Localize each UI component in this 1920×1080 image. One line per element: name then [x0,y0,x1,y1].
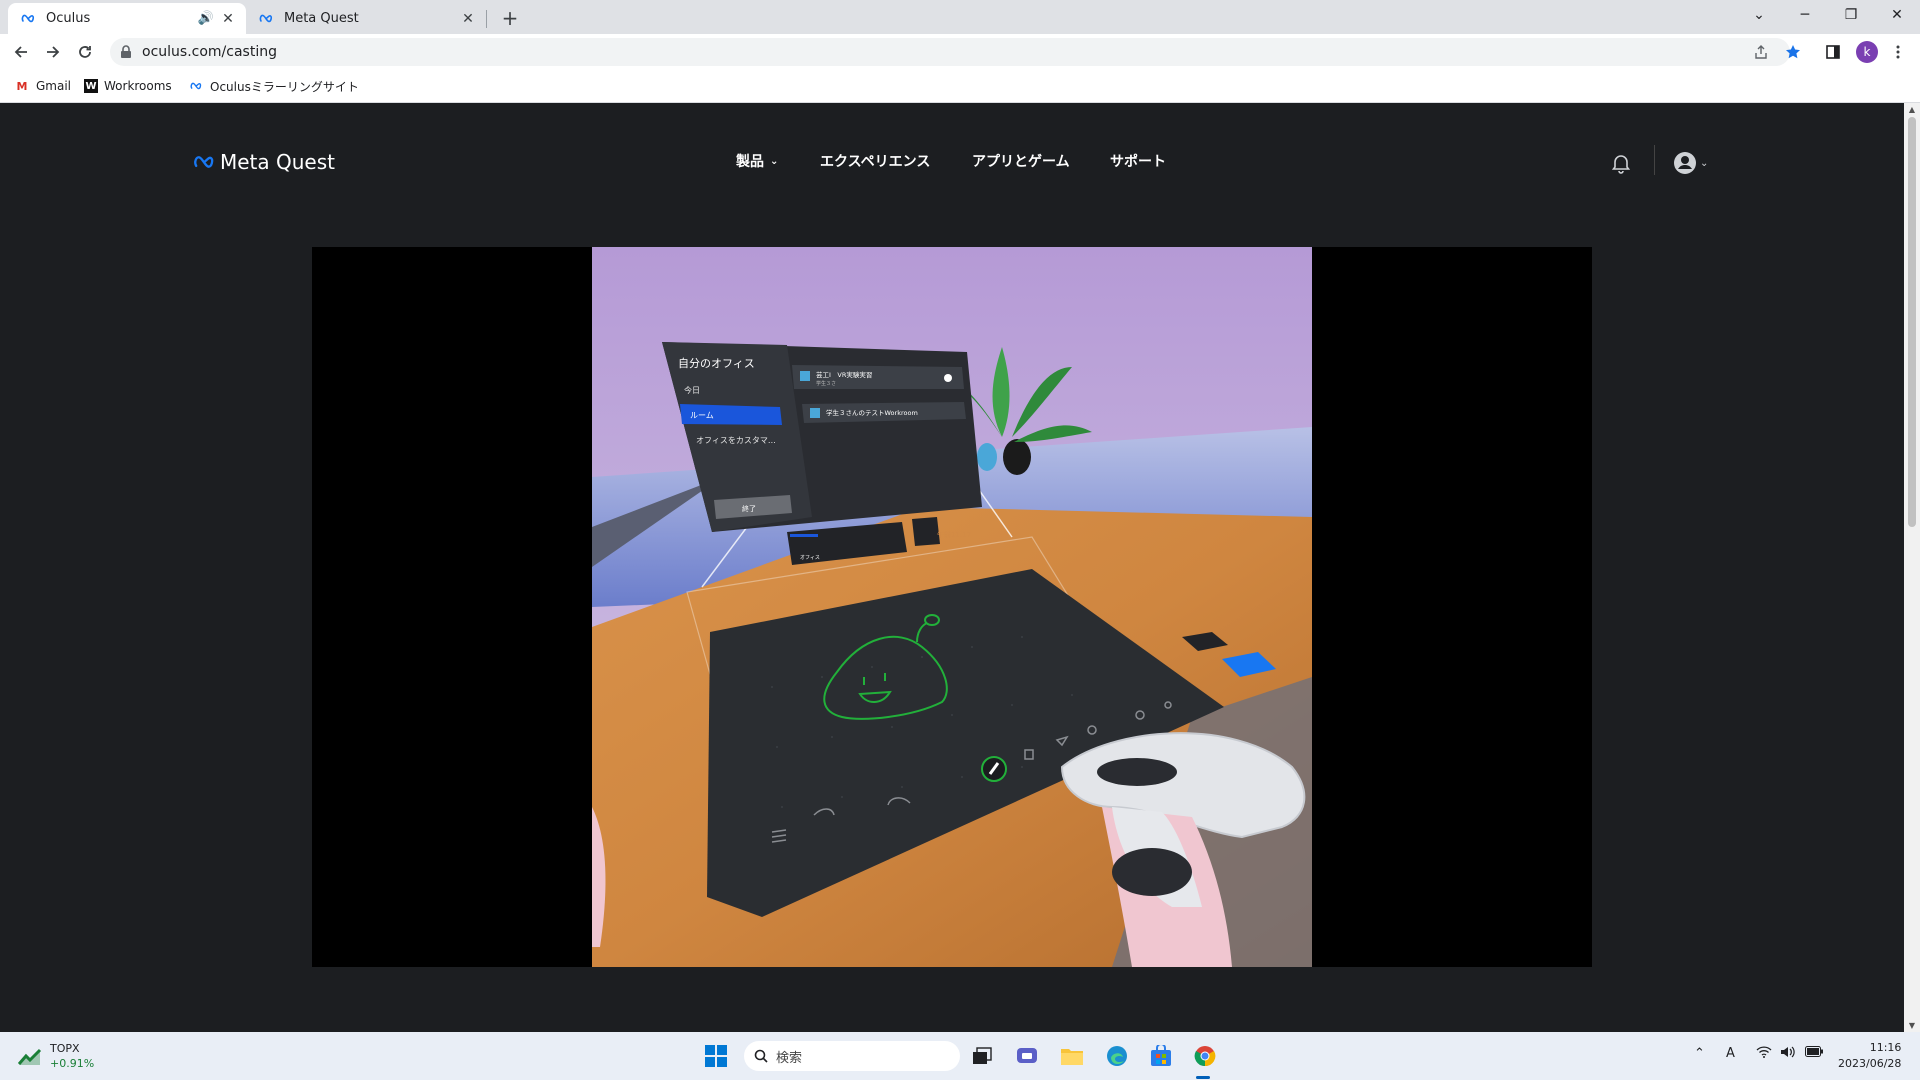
restore-button[interactable]: ❐ [1828,0,1874,30]
vr-cast-video[interactable]: 自分のオフィス 今日 ルーム オフィスをカスタマ… 芸工Ⅰ VR実験実習 学生３… [592,247,1312,967]
new-tab-button[interactable]: + [498,6,522,30]
reload-button[interactable] [73,40,97,64]
audio-playing-icon[interactable]: 🔊 [198,11,214,26]
clock-time: 11:16 [1869,1041,1902,1054]
chevron-down-icon: ⌄ [770,155,779,167]
workrooms-icon: W [84,79,98,93]
vr-time: 午前11:17 [937,530,971,539]
stock-widget[interactable]: TOPX +0.91% [18,1041,94,1071]
scroll-down-icon[interactable]: ▼ [1908,1021,1916,1030]
file-explorer-icon[interactable] [1058,1042,1086,1070]
chevron-down-icon: ⌄ [1700,157,1709,169]
bookmark-label: Workrooms [104,79,172,93]
show-hidden-icons-chevron-icon[interactable]: ⌃ [1694,1046,1705,1061]
brand-name: Meta Quest [220,150,335,174]
notification-bell-icon[interactable] [1610,152,1632,178]
back-button[interactable] [9,40,33,64]
share-icon[interactable] [1749,40,1773,64]
browser-window: Oculus 🔊 ✕ Meta Quest ✕ + ⌄ ─ ❐ ✕ oculus… [0,0,1920,1032]
vr-room-1-sub: 学生３さ [816,380,836,387]
user-avatar-icon [1674,152,1696,174]
microsoft-store-icon[interactable] [1147,1042,1175,1070]
lock-icon[interactable] [120,44,132,63]
vr-scene: 自分のオフィス 今日 ルーム オフィスをカスタマ… 芸工Ⅰ VR実験実習 学生３… [592,247,1312,967]
taskbar-search[interactable]: 検索 [744,1041,960,1071]
bookmarks-bar: M Gmail W Workrooms Oculusミラーリングサイト [0,70,1920,103]
casting-player[interactable]: 自分のオフィス 今日 ルーム オフィスをカスタマ… 芸工Ⅰ VR実験実習 学生３… [312,247,1592,967]
edge-browser-icon[interactable] [1103,1042,1131,1070]
vr-menu-room: ルーム [690,411,714,420]
url-text: oculus.com/casting [142,44,277,60]
nav-divider [1654,145,1655,175]
chrome-icon[interactable] [1191,1042,1219,1070]
nav-label: アプリとゲーム [972,154,1070,170]
tab-meta-quest[interactable]: Meta Quest ✕ [248,3,486,34]
active-app-indicator [1196,1076,1210,1079]
wifi-icon[interactable] [1756,1046,1772,1062]
page-content: Meta Quest 製品 ⌄ エクスペリエンス アプリとゲーム サポート ⌄ [0,103,1904,1032]
tab-strip: Oculus 🔊 ✕ Meta Quest ✕ + ⌄ ─ ❐ ✕ [0,0,1920,34]
gmail-icon: M [16,79,28,93]
browser-toolbar: oculus.com/casting [0,34,1920,70]
stock-name: TOPX [50,1042,80,1055]
bookmark-gmail[interactable]: M Gmail [14,77,72,95]
nav-label: 製品 [736,154,764,170]
vr-dock-label: オフィス [800,555,820,561]
forward-button[interactable] [41,40,65,64]
close-tab-icon[interactable]: ✕ [458,9,478,29]
stock-chart-icon [18,1048,42,1065]
vr-room-2: 学生３さんのテストWorkroom [826,408,918,417]
windows-taskbar: TOPX +0.91% 検索 ⌃ A 11:16 2023/06/28 [0,1032,1920,1080]
nav-support[interactable]: サポート [1110,151,1166,171]
clock-date: 2023/06/28 [1838,1057,1902,1070]
scroll-up-icon[interactable]: ▲ [1908,105,1916,114]
meta-quest-logo[interactable]: Meta Quest [192,150,335,174]
tab-oculus[interactable]: Oculus 🔊 ✕ [8,3,246,34]
search-icon [754,1049,768,1063]
close-window-button[interactable]: ✕ [1874,0,1920,30]
meta-logo-icon [20,11,36,27]
vr-panel-title: 自分のオフィス [678,357,755,370]
nav-experiences[interactable]: エクスペリエンス [820,151,930,171]
close-tab-icon[interactable]: ✕ [218,9,238,29]
meta-logo-icon [194,156,214,168]
volume-icon[interactable] [1780,1046,1796,1062]
nav-label: サポート [1110,154,1166,170]
search-placeholder: 検索 [776,1050,803,1066]
ime-indicator[interactable]: A [1726,1046,1735,1061]
profile-avatar[interactable]: k [1856,41,1878,63]
bookmark-workrooms[interactable]: W Workrooms [84,77,172,95]
vr-menu-today: 今日 [684,385,700,395]
scrollbar-thumb[interactable] [1908,117,1916,527]
vr-end-button: 終了 [742,504,756,513]
vr-menu-customize: オフィスをカスタマ… [696,436,776,445]
meta-logo-icon [188,78,204,94]
tab-title: Oculus [46,11,91,26]
bookmark-star-icon[interactable] [1781,40,1805,64]
teams-chat-icon[interactable] [1013,1042,1041,1070]
more-menu-icon[interactable] [1886,40,1910,64]
battery-icon[interactable] [1805,1046,1823,1061]
meta-logo-icon [258,11,274,27]
nav-apps-games[interactable]: アプリとゲーム [972,151,1070,171]
tab-title: Meta Quest [284,11,359,26]
minimize-button[interactable]: ─ [1782,0,1828,30]
bookmark-oculus-mirroring[interactable]: Oculusミラーリングサイト [188,77,359,95]
nav-label: エクスペリエンス [820,154,931,170]
account-menu[interactable]: ⌄ [1673,151,1708,175]
page-scrollbar[interactable]: ▲ ▼ [1904,103,1920,1032]
stock-change: +0.91% [50,1057,95,1070]
system-clock[interactable]: 11:16 2023/06/28 [1838,1040,1901,1072]
tab-divider [486,10,487,28]
bookmark-label: Gmail [36,79,72,93]
task-view-icon[interactable] [968,1042,996,1070]
nav-products[interactable]: 製品 ⌄ [736,151,778,171]
bookmark-label: Oculusミラーリングサイト [210,79,359,94]
address-bar[interactable]: oculus.com/casting [110,38,1790,66]
windows-start-icon[interactable] [702,1042,730,1070]
tab-search-chevron-icon[interactable]: ⌄ [1736,0,1782,30]
side-panel-icon[interactable] [1821,40,1845,64]
vr-room-1: 芸工Ⅰ VR実験実習 [816,370,872,379]
